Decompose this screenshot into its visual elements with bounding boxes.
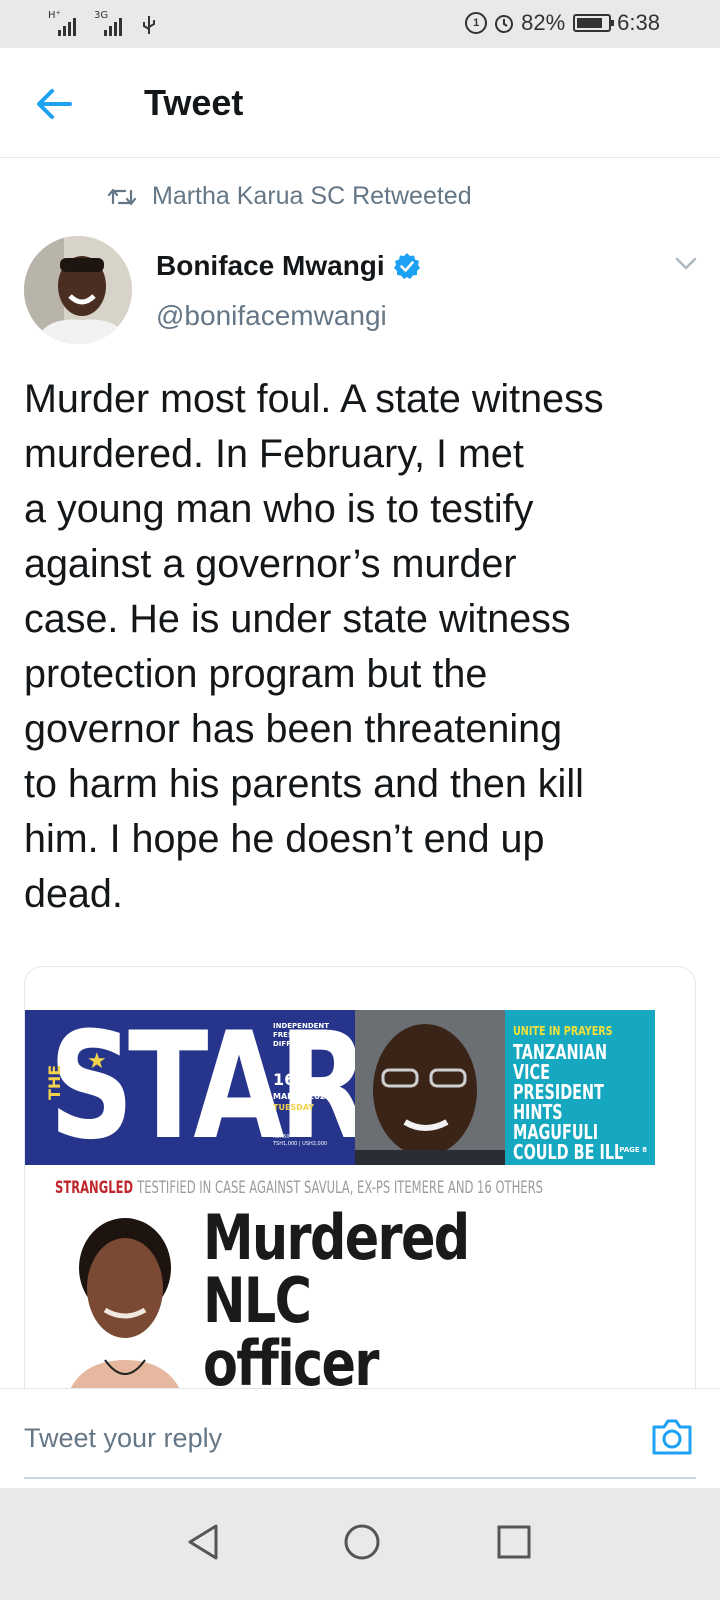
teaser-box: UNITE IN PRAYERS TANZANIAN VICE PRESIDEN… (505, 1010, 655, 1165)
issue-weekday: TUESDAY (273, 1103, 315, 1112)
newspaper-banner: STAR ★ THE INDEPENDENT FRESH AND DIFFERE… (25, 1010, 665, 1165)
issue-day: 16 (273, 1070, 296, 1089)
newspaper-front-page: STAR ★ THE INDEPENDENT FRESH AND DIFFERE… (25, 1010, 665, 1405)
author-name[interactable]: Boniface Mwangi (156, 250, 421, 282)
story-photo (55, 1210, 195, 1405)
page-title: Tweet (144, 82, 244, 123)
teaser-headline: TANZANIAN VICE PRESIDENT HINTS MAGUFULI … (513, 1040, 624, 1164)
tweet-media-image[interactable]: STAR ★ THE INDEPENDENT FRESH AND DIFFERE… (24, 966, 696, 1406)
retweet-icon (108, 188, 136, 205)
arrow-left-icon (37, 89, 72, 119)
status-indicators: 1 82% 6:38 (465, 8, 660, 38)
masthead-the: THE (45, 1064, 64, 1100)
clock: 6:38 (617, 10, 660, 35)
chevron-down-icon[interactable] (674, 256, 698, 272)
reply-input[interactable]: Tweet your reply (24, 1423, 222, 1454)
teaser-page: PAGE 8 (619, 1146, 647, 1154)
signal-icon: H⁺ (48, 10, 84, 36)
issue-month: MARCH 2021 (273, 1092, 331, 1101)
system-navigation-bar (0, 1488, 720, 1600)
retweet-context[interactable]: Martha Karua SC Retweeted (108, 182, 472, 211)
strap-kicker: STRANGLED (55, 1178, 134, 1198)
usb-icon (143, 16, 155, 34)
top-app-bar: Tweet (0, 48, 720, 158)
teaser-photo (355, 1010, 505, 1165)
tweet-text: Murder most foul. A state witness murder… (24, 377, 604, 916)
author-name-text: Boniface Mwangi (156, 250, 385, 281)
verified-badge-icon (393, 253, 420, 279)
battery-percent: 82% (521, 10, 566, 35)
camera-button[interactable] (650, 1417, 694, 1457)
author-handle[interactable]: @bonifacemwangi (156, 300, 387, 332)
reply-underline (24, 1477, 696, 1479)
triangle-back-icon[interactable] (186, 1522, 220, 1562)
masthead: STAR ★ THE INDEPENDENT FRESH AND DIFFERE… (25, 1010, 370, 1165)
signal-icon: 3G (94, 10, 130, 36)
back-button[interactable] (32, 82, 80, 126)
strap-text: TESTIFIED IN CASE AGAINST SAVULA, EX-PS … (137, 1178, 543, 1198)
avatar[interactable] (24, 236, 132, 344)
star-icon: ★ (87, 1048, 107, 1073)
square-recents-icon[interactable] (496, 1524, 532, 1560)
retweet-label: Martha Karua SC Retweeted (152, 182, 472, 210)
status-bar: H⁺ 3G 1 82% 6:38 (0, 0, 720, 48)
masthead-tagline: INDEPENDENT FRESH AND DIFFERENT (273, 1022, 330, 1048)
story-strapline: STRANGLED TESTIFIED IN CASE AGAINST SAVUL… (55, 1178, 543, 1198)
battery-icon (573, 14, 615, 32)
story-headline: Murdered NLC officer witness in Sh122m c… (203, 1201, 470, 1405)
data-saver-icon: 1 (465, 12, 488, 34)
circle-home-icon[interactable] (342, 1522, 382, 1562)
issue-price: KSH50 TSH1,000 | USH2,000 (273, 1134, 328, 1147)
camera-icon (652, 1419, 692, 1455)
teaser-kicker: UNITE IN PRAYERS (513, 1024, 613, 1038)
status-signals: H⁺ 3G (48, 10, 158, 36)
reply-bar: Tweet your reply (0, 1388, 720, 1488)
alarm-icon (495, 15, 514, 33)
